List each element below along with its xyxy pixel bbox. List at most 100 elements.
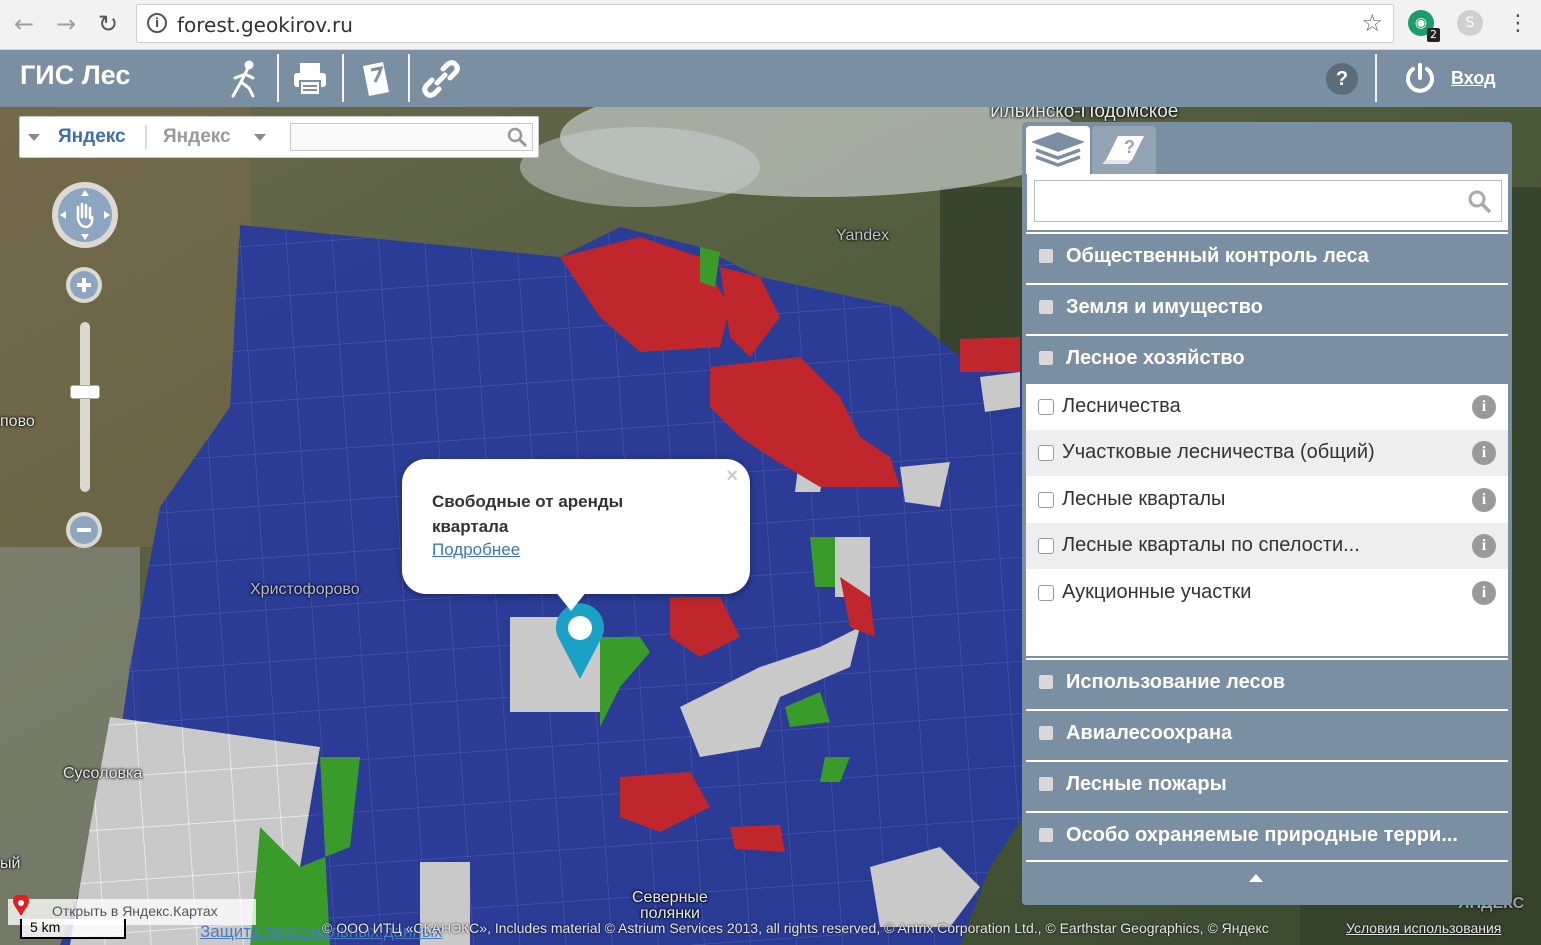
section-checkbox[interactable] [1039,351,1053,365]
legend-icon: ? [1102,136,1144,164]
zoom-in-button[interactable] [66,267,102,303]
layer-checkbox[interactable] [1038,445,1054,461]
provider-divider [145,125,147,149]
address-bar[interactable]: i forest.geokirov.ru ☆ [136,4,1394,43]
layer-row-lesnichestva[interactable]: Лесничества i [1026,384,1508,430]
layer-row-uchastkovye[interactable]: Участковые лесничества (общий) i [1026,430,1508,476]
back-arrow-icon[interactable]: ← [8,8,40,40]
terms-link[interactable]: Условия использования [1346,920,1501,936]
search-icon [1468,190,1492,214]
section-aviation[interactable]: Авиалесоохрана [1026,709,1508,757]
layer-label: Участковые лесничества (общий) [1062,441,1375,463]
popup-title: Свободные от аренды квартала [432,492,624,536]
url-text[interactable]: forest.geokirov.ru [177,13,353,37]
section-label: Лесные пожары [1066,773,1227,795]
collapse-panel-icon[interactable] [1249,874,1263,882]
map-attribution: © ООО ИТЦ «СКАНЭКС», Includes material ©… [322,920,1269,936]
provider-dropdown-icon[interactable] [28,134,40,141]
layer-label: Лесничества [1062,395,1181,417]
link-icon[interactable] [409,50,473,107]
section-label: Использование лесов [1066,671,1286,693]
search-icon [507,127,528,148]
measure-icon[interactable] [212,50,276,107]
layer-checkbox[interactable] [1038,538,1054,554]
section-fires[interactable]: Лесные пожары [1026,760,1508,808]
popup-details-link[interactable]: Подробнее [432,540,520,560]
bookmark-icon[interactable] [344,50,408,107]
layer-checkbox[interactable] [1038,585,1054,601]
tab-legend[interactable]: ? [1092,126,1156,174]
extension-badge: 2 [1427,28,1440,42]
svg-text:?: ? [1124,137,1135,157]
section-checkbox[interactable] [1039,777,1053,791]
layer-label: Лесные кварталы по спелости... [1062,534,1360,556]
popup-close-button[interactable]: × [726,465,738,488]
info-icon[interactable]: i [1472,581,1496,605]
zoom-slider-thumb[interactable] [70,385,100,399]
layer-checkbox[interactable] [1038,399,1054,415]
section-protected-areas[interactable]: Особо охраняемые природные терри... [1026,811,1508,859]
site-info-icon[interactable]: i [147,13,167,33]
app-header: ГИС Лес ? Вход [0,50,1541,107]
popup-tail [555,591,587,611]
section-land-property[interactable]: Земля и имущество [1026,283,1508,331]
map-pin-icon [13,895,29,916]
scale-label: 5 km [30,919,61,935]
provider-secondary-dropdown-icon[interactable] [254,134,266,141]
section-checkbox[interactable] [1039,828,1053,842]
section-forestry[interactable]: Лесное хозяйство [1026,334,1508,382]
toolbar-divider [1375,54,1377,102]
open-in-yandex-label: Открыть в Яндекс.Картах [52,903,218,919]
section-label: Особо охраняемые природные терри... [1066,824,1458,846]
map-label-khristoforovo: Христофорово [250,581,360,598]
login-link[interactable]: Вход [1451,68,1496,89]
provider-secondary[interactable]: Яндекс [163,126,231,148]
map-label-novo: пово [0,413,35,430]
layer-checkbox[interactable] [1038,492,1054,508]
browser-menu-icon[interactable]: ⋮ [1502,8,1534,40]
section-checkbox[interactable] [1039,300,1053,314]
map-search-input[interactable] [290,123,533,151]
help-button[interactable]: ? [1326,63,1358,95]
section-checkbox[interactable] [1039,249,1053,263]
info-icon[interactable]: i [1472,534,1496,558]
pan-control[interactable] [52,182,118,248]
map-label-susolovka: Сусоловка [63,765,143,782]
section-label: Авиалесоохрана [1066,722,1233,744]
forward-arrow-icon[interactable]: → [50,8,82,40]
skype-extension-icon[interactable]: S [1457,10,1483,36]
zoom-out-button[interactable] [66,512,102,548]
bookmark-star-icon[interactable]: ☆ [1361,9,1383,37]
power-icon[interactable] [1392,50,1448,107]
section-label: Лесное хозяйство [1066,347,1245,369]
section-public-control[interactable]: Общественный контроль леса [1026,232,1508,280]
yandex-watermark: Yandex [836,227,890,244]
plus-icon [70,271,98,299]
reload-icon[interactable]: ↻ [92,8,124,40]
info-icon[interactable]: i [1472,395,1496,419]
layer-label: Лесные кварталы [1062,488,1226,510]
zoom-slider-track[interactable] [80,322,90,492]
section-forest-use[interactable]: Использование лесов [1026,658,1508,706]
print-icon[interactable] [278,50,342,107]
minus-icon [70,516,98,544]
map-search-bar: Яндекс Яндекс [19,116,539,158]
feature-popup: × Свободные от аренды квартала Подробнее [402,459,750,594]
layer-row-kvartaly[interactable]: Лесные кварталы i [1026,477,1508,523]
section-label: Общественный контроль леса [1066,245,1369,267]
provider-primary[interactable]: Яндекс [58,126,126,148]
layer-label: Аукционные участки [1062,581,1252,603]
forestry-layer-list: Лесничества i Участковые лесничества (об… [1026,384,1508,656]
layer-row-spelost[interactable]: Лесные кварталы по спелости... i [1026,523,1508,569]
info-icon[interactable]: i [1472,441,1496,465]
section-label: Земля и имущество [1066,296,1263,318]
hand-icon [58,188,112,242]
section-checkbox[interactable] [1039,726,1053,740]
section-checkbox[interactable] [1039,675,1053,689]
layer-search-input[interactable] [1034,180,1502,222]
map-label-ilinsko: Ильинско-Подомское [990,107,1179,122]
tab-layers[interactable] [1026,126,1090,174]
info-icon[interactable]: i [1472,488,1496,512]
layer-row-auction[interactable]: Аукционные участки i [1026,570,1508,616]
panel-divider [1026,860,1508,862]
